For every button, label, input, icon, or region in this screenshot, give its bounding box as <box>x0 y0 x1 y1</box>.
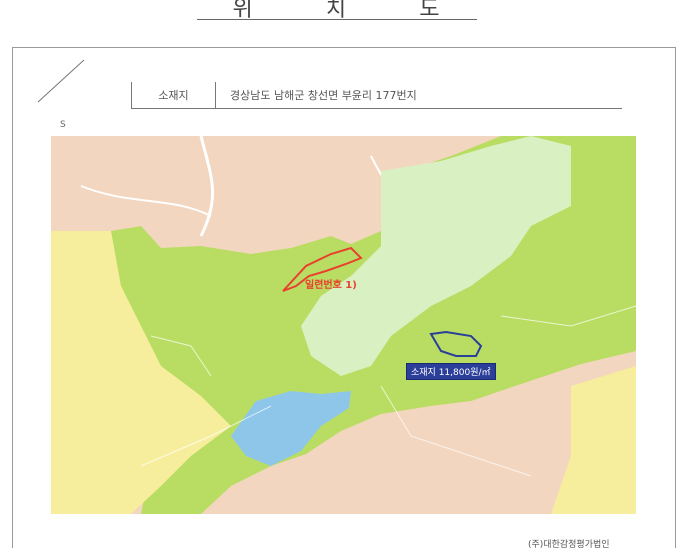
title-char: 도 <box>419 0 442 20</box>
location-map: 일련번호 1) 소재지 11,800원/㎡ <box>51 136 636 514</box>
footer-company: (주)대한감정평가법인 <box>528 540 610 550</box>
address-value: 경상남도 남해군 창선면 부윤리 177번지 <box>230 89 417 102</box>
address-label: 소재지 <box>132 82 216 108</box>
page-title: 위 치 도 <box>197 0 477 20</box>
scale-mark: S <box>60 120 66 130</box>
address-box: 소재지 경상남도 남해군 창선면 부윤리 177번지 <box>131 82 622 109</box>
map-graphic <box>51 136 636 514</box>
comparable-price-tag: 소재지 11,800원/㎡ <box>406 363 496 380</box>
subject-parcel-label: 일련번호 1) <box>305 280 357 291</box>
title-char: 치 <box>325 0 349 20</box>
title-underline <box>197 19 477 20</box>
title-char: 위 <box>232 0 255 20</box>
diagonal-line-icon <box>37 59 85 103</box>
